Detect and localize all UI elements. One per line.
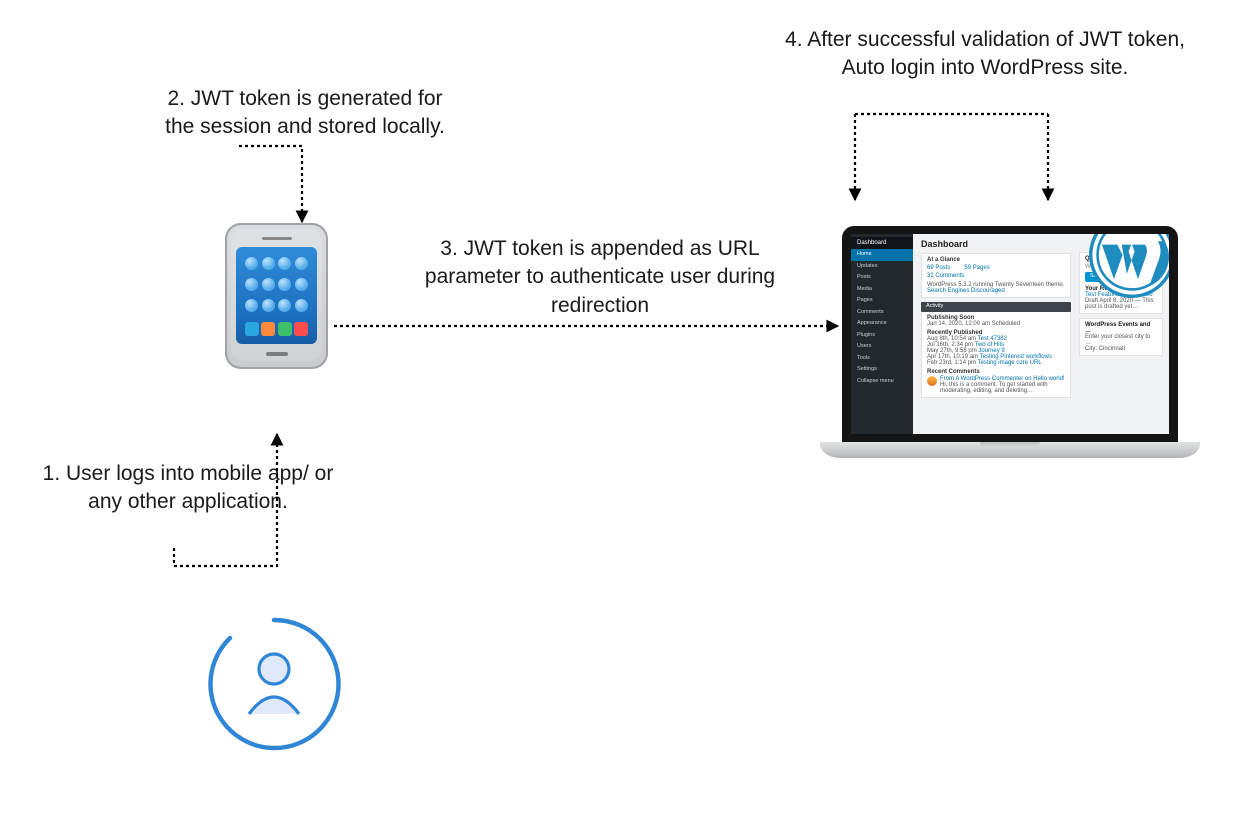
wp-glance-pages: 59 Pages <box>964 265 989 271</box>
wp-glance-posts: 69 Posts <box>927 265 950 271</box>
wp-sidebar-item[interactable]: Comments <box>851 307 913 319</box>
wp-page-title: Dashboard <box>921 240 1071 249</box>
phone-speaker-icon <box>262 237 292 240</box>
caption-step-3: 3. JWT token is appended as URL paramete… <box>410 235 790 320</box>
wp-comment-body: Hi, this is a comment. To get started wi… <box>940 382 1048 394</box>
phone-tile-1 <box>245 322 259 336</box>
phone-screen <box>236 247 317 344</box>
wp-sidebar-item[interactable]: Updates <box>851 261 913 273</box>
wp-sidebar-item[interactable]: Settings <box>851 364 913 376</box>
wordpress-logo-icon <box>1089 234 1169 298</box>
caption-step-1: 1. User logs into mobile app/ or any oth… <box>38 460 338 517</box>
caption-step-4: 4. After successful validation of JWT to… <box>780 26 1190 83</box>
phone-tile-2 <box>261 322 275 336</box>
wp-events-card: WordPress Events and … Enter your closes… <box>1079 318 1163 356</box>
wp-sidebar-item[interactable]: Appearance <box>851 318 913 330</box>
wp-events-title: WordPress Events and … <box>1085 322 1157 334</box>
wp-at-a-glance-card: At a Glance 69 Posts 59 Pages 32 Comment… <box>921 253 1071 298</box>
wp-sidebar-item[interactable]: Pages <box>851 295 913 307</box>
laptop-icon: Dashboard HomeUpdatesPostsMediaPagesComm… <box>820 226 1200 458</box>
wp-events-line: Enter your closest city to … <box>1085 334 1157 346</box>
phone-home-button-icon <box>266 352 288 356</box>
wp-sidebar-top: Dashboard <box>851 237 913 249</box>
wp-pub-soon-row: Jan 14, 2020, 12:00 am Scheduled <box>927 321 1065 327</box>
phone-tile-3 <box>278 322 292 336</box>
wp-recent-row: Feb 23rd, 1:14 pm Testing image core URL <box>927 360 1065 366</box>
mobile-phone-icon <box>225 223 328 369</box>
user-icon <box>204 614 344 754</box>
wp-sidebar-item[interactable]: Home <box>851 249 913 261</box>
wp-main-area: Dashboard At a Glance 69 Posts 59 Pages … <box>913 234 1079 434</box>
wp-events-city: City: Cincinnati <box>1085 346 1157 352</box>
wp-sidebar-item[interactable]: Media <box>851 284 913 296</box>
wp-glance-title: At a Glance <box>927 257 1065 263</box>
wp-sidebar-item[interactable]: Posts <box>851 272 913 284</box>
phone-tile-4 <box>294 322 308 336</box>
wp-sidebar-item[interactable]: Plugins <box>851 330 913 342</box>
wp-draft-meta: Draft April 8, 2020 — This post is draft… <box>1085 298 1157 310</box>
wp-recent-comments-title: Recent Comments <box>927 369 1065 375</box>
avatar-icon <box>927 376 937 386</box>
wp-glance-note2: Search Engines Discouraged <box>927 288 1065 294</box>
wp-glance-comments: 32 Comments <box>927 273 1065 279</box>
wp-activity-card: Publishing Soon Jan 14, 2020, 12:00 am S… <box>921 312 1071 398</box>
wordpress-dashboard: Dashboard HomeUpdatesPostsMediaPagesComm… <box>851 234 1169 434</box>
wp-sidebar-item[interactable]: Users <box>851 341 913 353</box>
wp-activity-header: Activity <box>921 302 1071 312</box>
laptop-base <box>820 442 1200 458</box>
wp-sidebar-item[interactable]: Collapse menu <box>851 376 913 388</box>
wp-sidebar: Dashboard HomeUpdatesPostsMediaPagesComm… <box>851 234 913 434</box>
caption-step-2: 2. JWT token is generated for the sessio… <box>155 85 455 142</box>
wp-sidebar-item[interactable]: Tools <box>851 353 913 365</box>
